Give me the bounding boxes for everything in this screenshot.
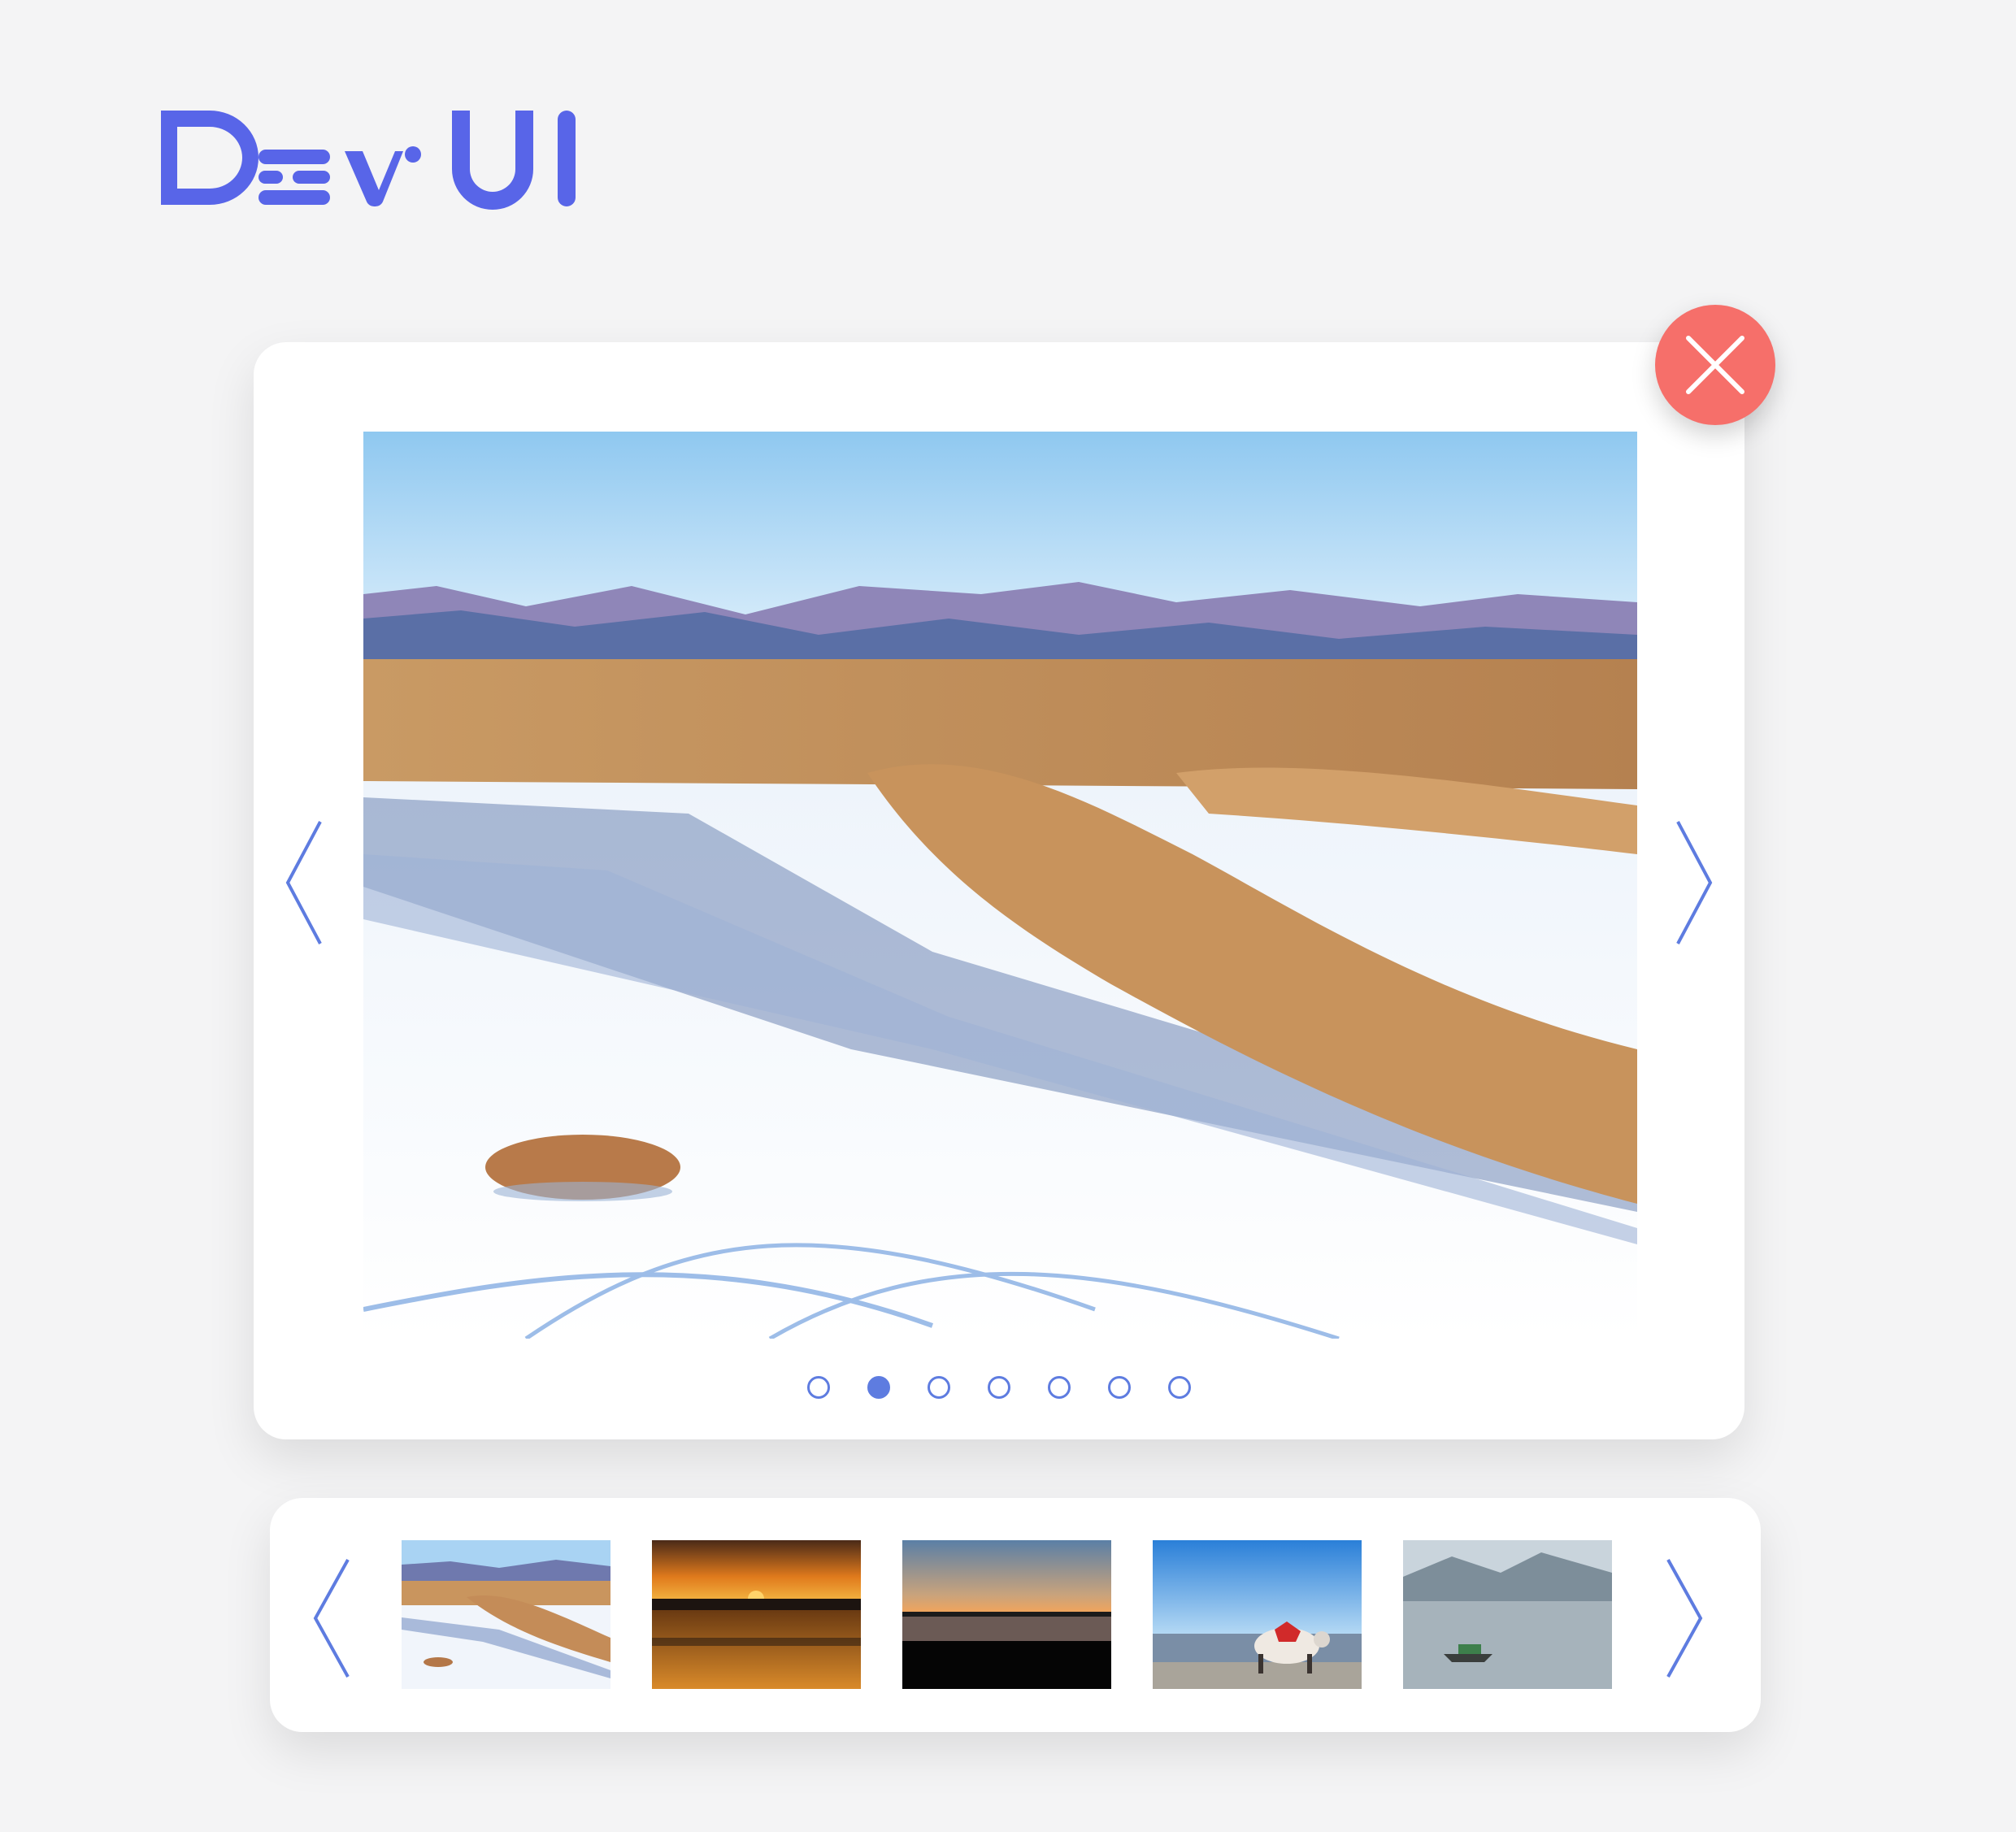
thumbnail-prev-button[interactable] [307,1553,356,1683]
pagination-dot-3[interactable] [928,1376,950,1399]
sunset-lake-thumbnail[interactable] [652,1540,861,1689]
image-preview-page: DevUI [0,0,2016,1832]
pagination-dot-6[interactable] [1108,1376,1131,1399]
thumbnail-list [402,1540,1612,1689]
winter-landscape-image [363,432,1637,1339]
previous-image-button[interactable] [278,814,335,952]
pagination-dot-4[interactable] [988,1376,1010,1399]
yak-beach-image [1153,1540,1362,1689]
close-button[interactable] [1655,305,1775,425]
close-icon [1686,336,1744,394]
devui-logo: DevUI [156,106,579,211]
chevron-right-icon [1676,821,1713,944]
image-viewer-card [254,342,1744,1439]
yak-beach-thumbnail[interactable] [1153,1540,1362,1689]
chevron-right-icon [1666,1559,1703,1678]
thumbnail-next-button[interactable] [1660,1553,1709,1683]
chevron-left-icon [313,1559,350,1678]
boat-lake-image [1403,1540,1612,1689]
next-image-button[interactable] [1663,814,1720,952]
dusk-horizon-thumbnail[interactable] [902,1540,1111,1689]
pagination-dot-7[interactable] [1168,1376,1191,1399]
snowy-hills-thumbnail[interactable] [402,1540,610,1689]
devui-logo-mark [161,111,576,210]
pagination-dot-2[interactable] [867,1376,890,1399]
thumbnail-strip [270,1498,1761,1732]
snowy-hills-image [402,1540,610,1689]
pagination-dot-5[interactable] [1048,1376,1071,1399]
dusk-horizon-image [902,1540,1111,1689]
pagination-dot-1[interactable] [807,1376,830,1399]
landscape-illustration [363,432,1637,1339]
boat-lake-thumbnail[interactable] [1403,1540,1612,1689]
sunset-lake-image [652,1540,861,1689]
chevron-left-icon [285,821,322,944]
pagination-dots [254,1371,1744,1404]
